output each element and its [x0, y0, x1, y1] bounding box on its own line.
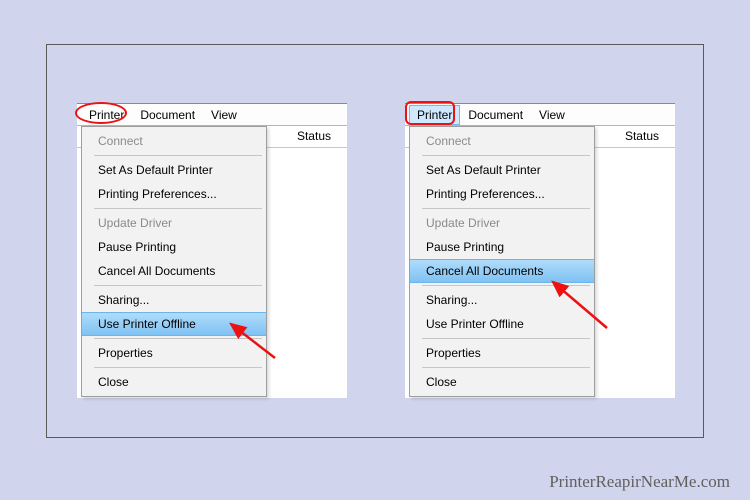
column-status[interactable]: Status	[625, 129, 659, 143]
menubar-document[interactable]: Document	[132, 105, 203, 125]
menubar-view[interactable]: View	[203, 105, 245, 125]
menu-close[interactable]: Close	[410, 370, 594, 394]
printer-menu-dropdown: Connect Set As Default Printer Printing …	[81, 126, 267, 397]
menu-pause-printing[interactable]: Pause Printing	[82, 235, 266, 259]
menu-separator	[422, 155, 590, 156]
menubar-printer[interactable]: Printer	[81, 105, 132, 125]
menu-set-default[interactable]: Set As Default Printer	[82, 158, 266, 182]
menu-update-driver: Update Driver	[410, 211, 594, 235]
menu-properties[interactable]: Properties	[410, 341, 594, 365]
menu-properties[interactable]: Properties	[82, 341, 266, 365]
column-status[interactable]: Status	[297, 129, 331, 143]
menu-separator	[94, 285, 262, 286]
menu-set-default[interactable]: Set As Default Printer	[410, 158, 594, 182]
illustration-frame: Printer Document View Status Connect Set…	[46, 44, 704, 438]
menubar: Printer Document View	[77, 104, 347, 126]
watermark: PrinterReapirNearMe.com	[549, 472, 730, 492]
menu-separator	[422, 285, 590, 286]
menu-use-offline[interactable]: Use Printer Offline	[410, 312, 594, 336]
menu-update-driver: Update Driver	[82, 211, 266, 235]
menu-separator	[422, 338, 590, 339]
menu-use-offline[interactable]: Use Printer Offline	[82, 312, 266, 336]
menu-close[interactable]: Close	[82, 370, 266, 394]
menu-cancel-all[interactable]: Cancel All Documents	[410, 259, 594, 283]
menu-printing-prefs[interactable]: Printing Preferences...	[82, 182, 266, 206]
menu-sharing[interactable]: Sharing...	[82, 288, 266, 312]
menu-separator	[422, 367, 590, 368]
menu-separator	[94, 338, 262, 339]
menu-sharing[interactable]: Sharing...	[410, 288, 594, 312]
menubar-printer[interactable]: Printer	[409, 105, 460, 125]
menu-connect: Connect	[82, 129, 266, 153]
menu-separator	[94, 367, 262, 368]
printer-queue-window: Printer Document View Status Connect Set…	[405, 103, 675, 398]
menubar-document[interactable]: Document	[460, 105, 531, 125]
printer-menu-dropdown: Connect Set As Default Printer Printing …	[409, 126, 595, 397]
menubar: Printer Document View	[405, 104, 675, 126]
menu-pause-printing[interactable]: Pause Printing	[410, 235, 594, 259]
menu-cancel-all[interactable]: Cancel All Documents	[82, 259, 266, 283]
menu-separator	[422, 208, 590, 209]
menu-separator	[94, 155, 262, 156]
menu-connect: Connect	[410, 129, 594, 153]
printer-queue-window: Printer Document View Status Connect Set…	[77, 103, 347, 398]
menubar-view[interactable]: View	[531, 105, 573, 125]
menu-printing-prefs[interactable]: Printing Preferences...	[410, 182, 594, 206]
menu-separator	[94, 208, 262, 209]
